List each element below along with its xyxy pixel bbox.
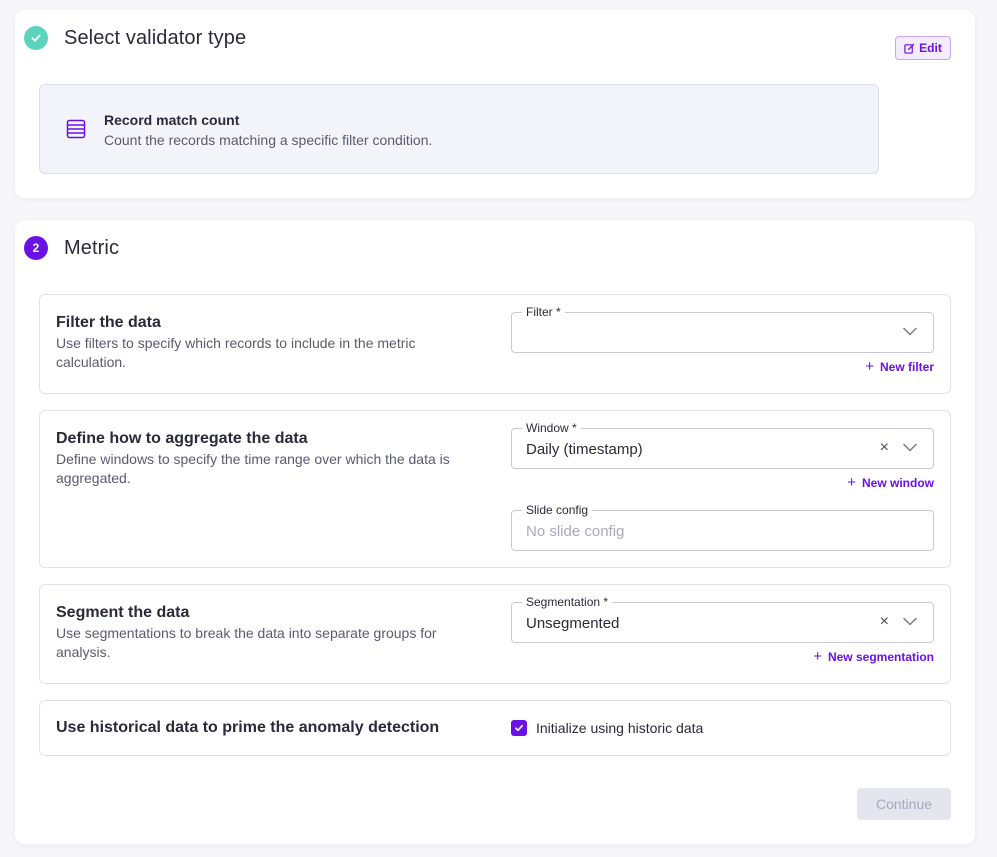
segmentation-select-label: Segmentation * — [522, 594, 613, 610]
step-2-header: 2 Metric — [24, 236, 119, 260]
segment-section: Segment the data Use segmentations to br… — [39, 584, 951, 684]
step-2-title: Metric — [64, 236, 120, 259]
new-window-label: New window — [862, 475, 934, 490]
slide-config-placeholder: No slide config — [526, 523, 625, 540]
step-number-badge: 2 — [24, 236, 48, 260]
new-segmentation-label: New segmentation — [827, 649, 934, 664]
plus-icon: + — [865, 358, 874, 375]
segmentation-select[interactable]: Segmentation * Unsegmented × — [511, 594, 934, 643]
new-filter-link[interactable]: + New filter — [865, 358, 934, 375]
aggregate-section: Define how to aggregate the data Define … — [39, 410, 951, 568]
filter-section-description: Use filters to specify which records to … — [56, 335, 416, 370]
validator-type-description: Count the records matching a specific fi… — [104, 132, 433, 148]
filter-select-label: Filter * — [522, 304, 565, 320]
step-1-title: Select validator type — [64, 26, 247, 49]
initialize-historic-checkbox-row[interactable]: Initialize using historic data — [511, 720, 703, 736]
edit-button-label: Edit — [919, 41, 942, 55]
aggregate-section-description: Define windows to specify the time range… — [56, 451, 450, 486]
validator-type-title: Record match count — [104, 112, 240, 128]
segmentation-select-value: Unsegmented — [526, 615, 620, 632]
filter-select[interactable]: Filter * — [511, 304, 934, 353]
plus-icon: + — [847, 474, 856, 491]
window-select[interactable]: Window * Daily (timestamp) × — [511, 420, 934, 469]
slide-config-select[interactable]: Slide config No slide config — [511, 502, 934, 551]
initialize-historic-label: Initialize using historic data — [536, 720, 704, 736]
segment-section-description: Use segmentations to break the data into… — [56, 625, 437, 660]
step-1-header: Select validator type — [24, 26, 246, 50]
new-window-link[interactable]: + New window — [847, 474, 934, 491]
historic-data-section: Use historical data to prime the anomaly… — [39, 700, 951, 756]
filter-section: Filter the data Use filters to specify w… — [39, 294, 951, 394]
step-complete-check-icon — [24, 26, 48, 50]
table-list-icon — [66, 119, 86, 139]
selected-validator-type: Record match count Count the records mat… — [39, 84, 879, 174]
window-select-value: Daily (timestamp) — [526, 441, 643, 458]
edit-icon — [904, 43, 915, 54]
continue-button[interactable]: Continue — [857, 788, 951, 820]
historic-section-title: Use historical data to prime the anomaly… — [56, 719, 440, 736]
filter-section-title: Filter the data — [56, 314, 161, 331]
clear-icon[interactable]: × — [880, 439, 889, 457]
chevron-down-icon — [903, 327, 917, 336]
new-filter-label: New filter — [879, 359, 934, 374]
checkmark-icon — [515, 724, 523, 732]
segment-section-title: Segment the data — [56, 604, 190, 621]
new-segmentation-link[interactable]: + New segmentation — [813, 648, 934, 665]
window-select-label: Window * — [522, 420, 581, 436]
chevron-down-icon — [903, 617, 917, 626]
slide-config-label: Slide config — [522, 502, 593, 518]
aggregate-section-title: Define how to aggregate the data — [56, 430, 308, 447]
plus-icon: + — [813, 648, 822, 665]
initialize-historic-checkbox[interactable] — [511, 720, 527, 736]
edit-button[interactable]: Edit — [895, 36, 951, 60]
chevron-down-icon — [903, 443, 917, 452]
clear-icon[interactable]: × — [880, 613, 889, 631]
